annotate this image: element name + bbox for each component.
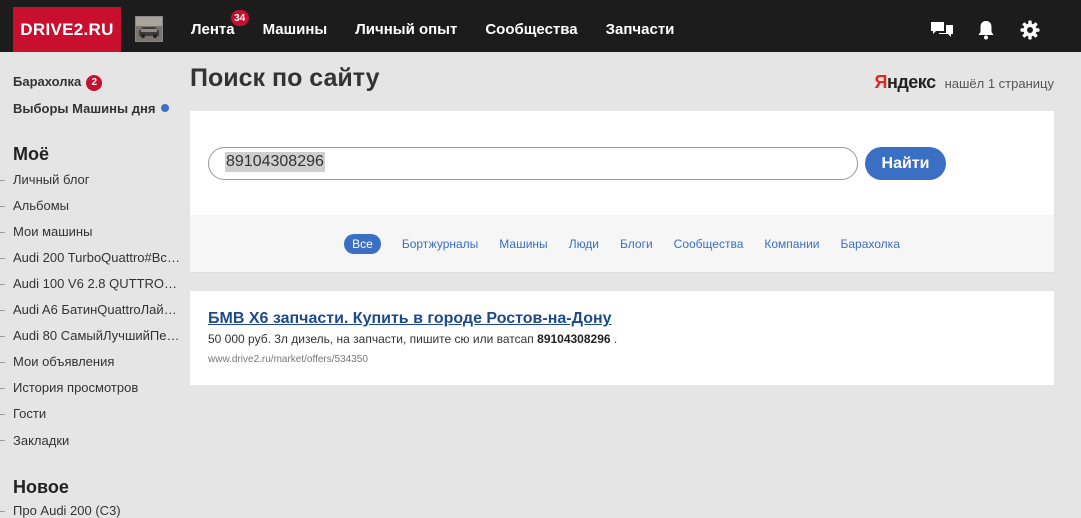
search-result: БМВ Х6 запчасти. Купить в городе Ростов-… [190, 291, 1054, 385]
divider [0, 284, 5, 285]
sidebar-item-car[interactable]: Audi 200 TurboQuattro#Всё… [13, 250, 180, 265]
search-button[interactable]: Найти [865, 147, 946, 180]
divider [0, 511, 5, 512]
top-navigation-bar: DRIVE2.RU Лента 34 Машины Личный опыт Со… [0, 0, 1081, 52]
divider [0, 206, 5, 207]
sidebar-heading-new: Новое [13, 477, 69, 497]
divider [0, 440, 5, 441]
result-snippet: 50 000 руб. 3л дизель, на запчасти, пиши… [208, 332, 617, 346]
sidebar-item-car[interactable]: Audi 80 СамыйЛучшийПе… [13, 328, 180, 343]
search-filters: Все Бортжурналы Машины Люди Блоги Сообще… [190, 215, 1054, 272]
page-title: Поиск по сайту [190, 64, 380, 92]
notification-badge: 34 [230, 10, 249, 26]
filter-people[interactable]: Люди [569, 237, 599, 251]
filter-cars[interactable]: Машины [499, 237, 547, 251]
results-count: нашёл 1 страницу [944, 76, 1054, 91]
snippet-text: 50 000 руб. 3л дизель, на запчасти, пиши… [208, 332, 538, 346]
filter-all[interactable]: Все [344, 233, 381, 254]
search-query-text: 89104308296 [225, 152, 325, 172]
yandex-logo-first-letter: Я [874, 72, 888, 92]
search-panel: 89104308296 Найти Все Бортжурналы Машины… [190, 111, 1054, 273]
sidebar-heading-my: Моё [13, 144, 49, 164]
gear-icon[interactable] [1017, 17, 1043, 43]
filter-blogs[interactable]: Блоги [620, 237, 653, 251]
nav-item-communities[interactable]: Сообщества [485, 21, 577, 38]
sidebar-item-history[interactable]: История просмотров [13, 380, 180, 395]
divider [0, 232, 5, 233]
snippet-end: . [610, 332, 618, 346]
filter-logbooks[interactable]: Бортжурналы [402, 237, 478, 251]
header-icons [911, 7, 1043, 52]
main-nav: Лента 34 Машины Личный опыт Сообщества З… [191, 7, 702, 52]
nav-item-label: Лента [191, 21, 235, 38]
sidebar-item-my-cars[interactable]: Мои машины [13, 224, 180, 239]
sidebar-item-bookmarks[interactable]: Закладки [13, 433, 180, 448]
result-url: www.drive2.ru/market/offers/534350 [208, 354, 368, 365]
divider [0, 388, 5, 389]
divider [0, 414, 5, 415]
snippet-highlight: 89104308296 [537, 332, 611, 346]
divider [0, 180, 5, 181]
filter-companies[interactable]: Компании [764, 237, 819, 251]
sidebar-item-label: Выборы Машины дня [13, 101, 156, 116]
sidebar-badge: 2 [86, 74, 103, 91]
divider [0, 258, 5, 259]
nav-item-experience[interactable]: Личный опыт [355, 21, 457, 38]
nav-item-feed[interactable]: Лента 34 [191, 10, 249, 38]
yandex-logo-rest: ндекс [886, 72, 936, 92]
bell-icon[interactable] [973, 17, 999, 43]
messages-icon[interactable] [929, 17, 955, 43]
sidebar-item-flea-market[interactable]: Барахолка 2 [13, 74, 103, 91]
user-avatar[interactable] [135, 16, 163, 42]
filter-flea-market[interactable]: Барахолка [841, 237, 900, 251]
yandex-logo[interactable]: Яндекс [874, 72, 937, 93]
yandex-attribution: Яндекс нашёл 1 страницу [875, 72, 1054, 93]
sidebar-item-my-ads[interactable]: Мои объявления [13, 354, 180, 369]
site-logo[interactable]: DRIVE2.RU [13, 7, 121, 52]
sidebar-item-car[interactable]: Audi 100 V6 2.8 QUTTRO-… [13, 276, 180, 291]
divider [0, 362, 5, 363]
new-dot-indicator [161, 104, 170, 112]
result-title-link[interactable]: БМВ Х6 запчасти. Купить в городе Ростов-… [208, 310, 612, 328]
nav-item-cars[interactable]: Машины [263, 21, 328, 38]
nav-item-parts[interactable]: Запчасти [606, 21, 675, 38]
sidebar-item-albums[interactable]: Альбомы [13, 198, 180, 213]
sidebar-item-car[interactable]: Audi A6 БатинQuattroЛайн… [13, 302, 180, 317]
divider [0, 310, 5, 311]
sidebar-item-car-of-day[interactable]: Выборы Машины дня [13, 101, 170, 116]
sidebar-item-blog[interactable]: Личный блог [13, 172, 180, 187]
filter-communities[interactable]: Сообщества [674, 237, 744, 251]
divider [0, 336, 5, 337]
sidebar-item-guests[interactable]: Гости [13, 406, 180, 421]
sidebar-item-label: Барахолка [13, 74, 82, 89]
